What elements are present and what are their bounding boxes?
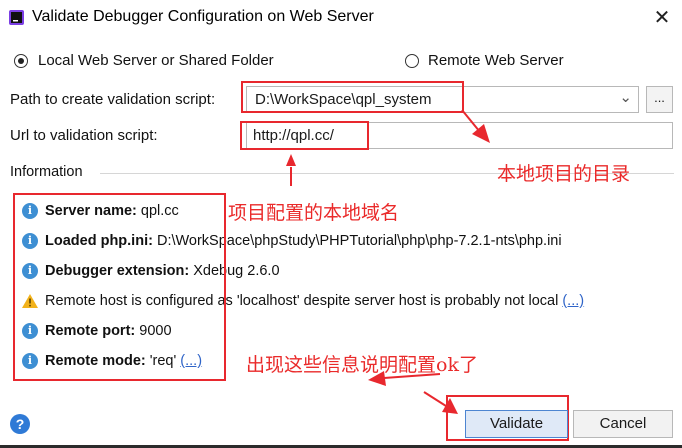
arrow-url-head (286, 154, 296, 166)
arrow-path-line (461, 109, 481, 133)
validate-button[interactable]: Validate (465, 410, 568, 438)
annotation-local-dir: 本地项目的目录 (497, 163, 631, 185)
cancel-button[interactable]: Cancel (573, 410, 673, 438)
annotation-config-ok: 出现这些信息说明配置ok了 (246, 354, 478, 376)
help-icon[interactable]: ? (10, 414, 30, 434)
annotation-local-domain: 项目配置的本地域名 (228, 202, 400, 224)
arrow-validate-line (423, 391, 447, 407)
